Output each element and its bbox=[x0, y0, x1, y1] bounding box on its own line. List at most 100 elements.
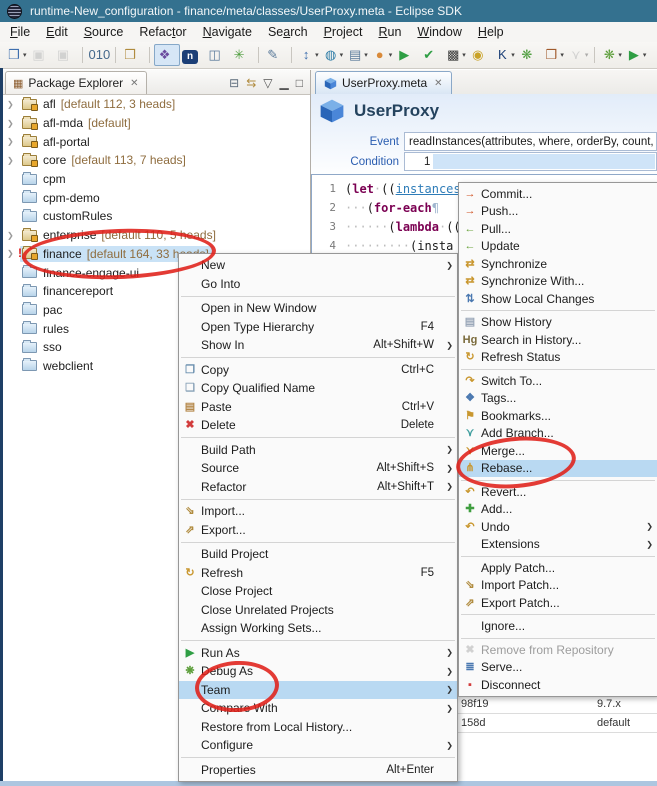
toolbar-button[interactable]: ●▾ bbox=[370, 45, 395, 65]
menu-item[interactable]: ▤ Show History ❯ bbox=[459, 314, 657, 332]
menu-item[interactable]: ⇘ Import... ❯ bbox=[179, 502, 457, 521]
dropdown-arrow-icon[interactable]: ▾ bbox=[560, 51, 564, 59]
view-toolbar-button[interactable]: ▽ bbox=[263, 77, 272, 89]
menu-item[interactable]: Open Type Hierarchy F4 ❯ bbox=[179, 318, 457, 337]
menu-item[interactable]: ↶ Revert... ❯ bbox=[459, 483, 657, 501]
menu-item[interactable]: Restore from Local History... ❯ bbox=[179, 718, 457, 737]
toolbar-button[interactable]: ▩▾ bbox=[443, 45, 468, 65]
menu-item[interactable]: ▶ Run As ❯ bbox=[179, 644, 457, 663]
toolbar-button[interactable]: ▤▾ bbox=[345, 45, 370, 65]
toolbar-button[interactable]: ❒▾ bbox=[541, 45, 566, 65]
menu-item[interactable]: ▪ Disconnect ❯ bbox=[459, 676, 657, 694]
menubar-item[interactable]: Project bbox=[316, 25, 371, 39]
menu-item-rebase[interactable]: ⋔ Rebase... ❯ bbox=[459, 460, 657, 478]
menu-item[interactable]: Open in New Window ❯ bbox=[179, 299, 457, 318]
toolbar-button[interactable]: n▾ bbox=[180, 45, 205, 65]
menu-item[interactable]: Close Unrelated Projects ❯ bbox=[179, 601, 457, 620]
menu-item[interactable]: Source Alt+Shift+S ❯ bbox=[179, 459, 457, 478]
menubar-item[interactable]: Source bbox=[76, 25, 132, 39]
view-toolbar-button[interactable]: ▁ bbox=[280, 77, 289, 89]
tree-item[interactable]: ❯ ! enterprise [default 110, 5 heads] bbox=[3, 226, 310, 245]
menu-item[interactable]: ▤ Paste Ctrl+V ❯ bbox=[179, 398, 457, 417]
tree-item[interactable]: ❯ ! afl-portal bbox=[3, 132, 310, 151]
menu-item[interactable]: ↻ Refresh F5 ❯ bbox=[179, 564, 457, 583]
dropdown-arrow-icon[interactable]: ▾ bbox=[315, 51, 319, 59]
menu-item[interactable]: ⇄ Synchronize With... ❯ bbox=[459, 273, 657, 291]
close-icon[interactable]: ✕ bbox=[130, 78, 138, 89]
toolbar-button[interactable]: ↕▾ bbox=[296, 45, 321, 65]
menu-item[interactable]: ≣ Serve... ❯ bbox=[459, 659, 657, 677]
tree-item[interactable]: ❯ ! customRules bbox=[3, 207, 310, 226]
toolbar-button[interactable]: ▶▾ bbox=[624, 45, 649, 65]
expand-arrow-icon[interactable]: ❯ bbox=[7, 100, 20, 109]
editor-tab[interactable]: UserProxy.meta ✕ bbox=[315, 71, 452, 94]
menu-item[interactable]: ↶ Undo ❯ bbox=[459, 518, 657, 536]
menu-item[interactable]: ❋ Debug As ❯ bbox=[179, 662, 457, 681]
toolbar-button[interactable]: K▾ bbox=[492, 45, 517, 65]
menu-item[interactable]: Properties Alt+Enter ❯ bbox=[179, 761, 457, 780]
expand-arrow-icon[interactable]: ❯ bbox=[7, 231, 20, 240]
menubar-item[interactable]: Edit bbox=[38, 25, 76, 39]
dropdown-arrow-icon[interactable]: ▾ bbox=[340, 51, 344, 59]
menu-item[interactable]: Go Into ❯ bbox=[179, 275, 457, 294]
menubar-item[interactable]: File bbox=[2, 25, 38, 39]
toolbar-button[interactable]: ▶▾ bbox=[394, 45, 419, 65]
menu-item[interactable]: Assign Working Sets... ❯ bbox=[179, 619, 457, 638]
menu-item[interactable]: ⇄ Synchronize ❯ bbox=[459, 255, 657, 273]
menu-item[interactable]: Ignore... ❯ bbox=[459, 618, 657, 636]
menu-item[interactable]: ❖ Tags... ❯ bbox=[459, 390, 657, 408]
menu-item[interactable]: Build Project ❯ bbox=[179, 545, 457, 564]
toolbar-button[interactable]: ✳▾ bbox=[229, 45, 254, 65]
menu-item[interactable]: Build Path ❯ bbox=[179, 441, 457, 460]
event-field[interactable]: readInstances(attributes, where, orderBy… bbox=[404, 132, 657, 151]
toolbar-button[interactable]: ❒▾ bbox=[120, 45, 145, 65]
menu-item-team[interactable]: Team ❯ bbox=[179, 681, 457, 700]
menu-item[interactable]: Configure ❯ bbox=[179, 736, 457, 755]
menubar-item[interactable]: Search bbox=[260, 25, 316, 39]
menu-item[interactable]: → Push... ❯ bbox=[459, 203, 657, 221]
toolbar-button[interactable]: ◍▾ bbox=[321, 45, 346, 65]
menu-item[interactable]: Show In Alt+Shift+W ❯ bbox=[179, 336, 457, 355]
menu-item[interactable]: ↷ Switch To... ❯ bbox=[459, 372, 657, 390]
history-row[interactable]: 158d default bbox=[458, 714, 657, 733]
menu-item[interactable]: ✖ Delete Delete ❯ bbox=[179, 416, 457, 435]
menubar-item[interactable]: Run bbox=[370, 25, 409, 39]
toolbar-button[interactable]: ❋▾ bbox=[599, 45, 624, 65]
tree-item[interactable]: ❯ ! core [default 113, 7 heads] bbox=[3, 151, 310, 170]
expand-arrow-icon[interactable]: ❯ bbox=[7, 119, 20, 128]
tree-item[interactable]: ❯ ! afl-mda [default] bbox=[3, 114, 310, 133]
toolbar-button[interactable]: ✎▾ bbox=[263, 45, 288, 65]
dropdown-arrow-icon[interactable]: ▾ bbox=[462, 51, 466, 59]
expand-arrow-icon[interactable]: ❯ bbox=[7, 137, 20, 146]
menu-item[interactable]: ❐ Copy Ctrl+C ❯ bbox=[179, 361, 457, 380]
menubar-item[interactable]: Help bbox=[470, 25, 512, 39]
view-toolbar-button[interactable]: ⇆ bbox=[246, 77, 256, 89]
menubar-item[interactable]: Refactor bbox=[131, 25, 194, 39]
menu-item[interactable]: ← Update ❯ bbox=[459, 238, 657, 256]
menu-item[interactable]: Extensions ❯ bbox=[459, 536, 657, 554]
expand-arrow-icon[interactable]: ❯ bbox=[7, 156, 20, 165]
view-toolbar-button[interactable]: □ bbox=[296, 77, 303, 89]
menu-item[interactable]: Refactor Alt+Shift+T ❯ bbox=[179, 478, 457, 497]
toolbar-button[interactable]: ▣▾ bbox=[29, 45, 54, 65]
menu-item[interactable]: New ❯ bbox=[179, 256, 457, 275]
toolbar-button[interactable]: ◉▾ bbox=[468, 45, 493, 65]
tree-item[interactable]: ❯ ! afl [default 112, 3 heads] bbox=[3, 95, 310, 114]
menu-item[interactable]: ✚ Add... ❯ bbox=[459, 501, 657, 519]
menubar-item[interactable]: Window bbox=[409, 25, 469, 39]
dropdown-arrow-icon[interactable]: ▾ bbox=[585, 51, 589, 59]
menu-item[interactable]: ⇘ Import Patch... ❯ bbox=[459, 577, 657, 595]
menu-item[interactable]: Hg Search in History... ❯ bbox=[459, 331, 657, 349]
dropdown-arrow-icon[interactable]: ▾ bbox=[618, 51, 622, 59]
menu-item[interactable]: ✖ Remove from Repository ❯ bbox=[459, 641, 657, 659]
close-icon[interactable]: ✕ bbox=[434, 78, 442, 89]
history-row[interactable]: 98f19 9.7.x bbox=[458, 695, 657, 714]
view-toolbar-button[interactable]: ⊟ bbox=[229, 77, 239, 89]
menu-item[interactable]: ⋎ Add Branch... ❯ bbox=[459, 425, 657, 443]
toolbar-button[interactable]: ◫▾ bbox=[205, 45, 230, 65]
menu-item[interactable]: ⇗ Export... ❯ bbox=[179, 521, 457, 540]
menubar-item[interactable]: Navigate bbox=[195, 25, 260, 39]
menu-item[interactable]: ❑ Copy Qualified Name ❯ bbox=[179, 379, 457, 398]
menu-item[interactable]: Close Project ❯ bbox=[179, 582, 457, 601]
toolbar-button[interactable]: ✔▾ bbox=[419, 45, 444, 65]
